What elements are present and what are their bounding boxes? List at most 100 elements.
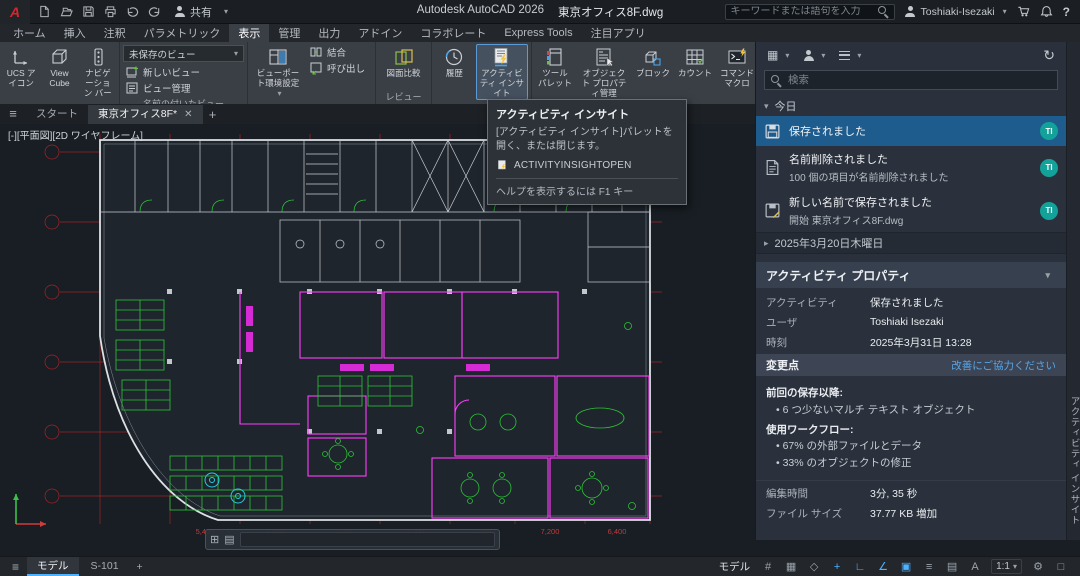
selection-cycling-icon[interactable]: ▤ [945,560,959,573]
help-search[interactable] [725,4,895,20]
activity-entry-saved[interactable]: 保存されました TI [756,116,1066,146]
tab-manage[interactable]: 管理 [269,24,309,42]
drawing-history-button[interactable]: 履歴 [435,44,474,81]
lineweight-icon[interactable]: ≡ [922,561,936,573]
property-row: アクティビティ保存されました [756,292,1066,312]
tab-home[interactable]: ホーム [4,24,55,42]
polar-tracking-icon[interactable]: ∠ [876,560,890,573]
open-file-icon[interactable] [60,5,73,18]
undo-icon[interactable] [126,5,139,18]
save-icon[interactable] [82,5,95,18]
snap-icon[interactable]: ▦ [784,560,798,573]
blocks-palette-button[interactable]: ブロック [633,44,673,81]
layout-tab-s101[interactable]: S-101 [81,557,129,576]
viewport-controls-label[interactable]: [-][平面図][2D ワイヤフレーム] [8,127,143,142]
count-palette-button[interactable]: カウント [675,44,715,81]
add-layout-button[interactable]: + [131,561,149,573]
feedback-link[interactable]: 改善にご協力ください [951,358,1056,373]
command-recent-icon[interactable]: ▤ [224,533,234,546]
app-title: Autodesk AutoCAD 2026 [417,4,544,20]
drawing-compare-button[interactable]: 図面比較 [384,44,424,81]
command-macros-button[interactable]: コマンド マクロ [717,44,757,91]
command-input[interactable] [240,532,495,547]
tab-parametric[interactable]: パラメトリック [135,24,230,42]
file-tabs-menu-icon[interactable]: ≡ [0,104,26,124]
tab-annotate[interactable]: 注釈 [95,24,135,42]
object-snap-icon[interactable]: ▣ [899,560,913,573]
user-menu[interactable]: Toshiaki-Isezaki▾ [905,6,1007,18]
tab-addins[interactable]: アドイン [349,24,411,42]
avatar[interactable]: TI [1040,202,1058,220]
viewport-config-button[interactable]: ビューポート環境設定 ▾ [251,44,305,100]
collapse-chevron-icon[interactable]: ▾ [1045,270,1050,281]
close-tab-icon[interactable]: ✕ [184,105,192,124]
avatar[interactable]: TI [1040,122,1058,140]
panel-footer-review[interactable]: レビュー [376,90,431,104]
viewport-join-button[interactable]: 結合 [307,44,372,59]
user-filter-button[interactable]: ▾ [800,48,828,63]
file-tab-start[interactable]: スタート [26,105,88,124]
file-tab-document[interactable]: 東京オフィス8F*✕ [88,105,203,124]
activity-entry-purged[interactable]: 名前削除されました 100 個の項目が名前削除されました TI [756,146,1066,189]
qat-customize-chevron[interactable]: ▾ [224,7,228,16]
view-options-button[interactable]: ▦▾ [764,46,792,64]
ucs-icon-button[interactable]: UCS アイコン [3,44,39,91]
sort-options-button[interactable]: ▾ [836,49,864,62]
grid-icon[interactable]: # [761,561,775,573]
share-button[interactable]: 共有 [174,4,212,20]
model-space-button[interactable]: モデル [719,559,751,574]
plot-icon[interactable] [104,5,117,18]
help-search-input[interactable] [731,6,873,17]
dynamic-input-icon[interactable]: + [830,561,844,573]
panel-footer-named-views[interactable]: 名前の付いたビュー [120,97,247,104]
tab-view[interactable]: 表示 [229,24,269,42]
dimension-label: 6,400 [608,527,627,536]
view-combo[interactable]: 未保存のビュー▾ [123,45,244,62]
tab-insert[interactable]: 挿入 [55,24,95,42]
tab-featured-apps[interactable]: 注目アプリ [582,24,655,42]
viewport-restore-button[interactable]: 呼び出し [307,60,372,75]
new-view-button[interactable]: 新しいビュー [123,64,244,79]
autocad-logo[interactable]: A [0,0,30,24]
annotation-visibility-icon[interactable]: A [968,561,982,573]
command-macros-icon [726,46,748,68]
workspace-gear-icon[interactable]: ⚙ [1031,560,1045,573]
help-icon[interactable]: ? [1063,5,1070,19]
command-customize-icon[interactable]: ⊞ [210,533,219,546]
new-drawing-tab-button[interactable]: + [203,105,223,124]
palette-title-strip[interactable]: アクティビティ インサイト [1066,42,1080,540]
section-today[interactable]: ▾今日 [756,96,1066,116]
notifications-bell-icon[interactable] [1040,5,1053,18]
layout-tab-model[interactable]: モデル [27,557,79,576]
search-icon [771,75,782,86]
tab-collaborate[interactable]: コラボレート [411,24,495,42]
infer-constraints-icon[interactable]: ◇ [807,560,821,573]
avatar[interactable]: TI [1040,159,1058,177]
day-group-header[interactable]: ▸2025年3月20日木曜日 [756,232,1066,254]
save-as-icon [764,202,781,219]
refresh-icon[interactable]: ↻ [1040,45,1058,66]
app-store-cart-icon[interactable] [1017,5,1030,18]
layout-menu-icon[interactable]: ≡ [6,560,25,574]
history-clock-icon [443,46,465,68]
activity-entry-saved-as[interactable]: 新しい名前で保存されました 開始 東京オフィス8F.dwg TI [756,189,1066,232]
command-bar[interactable]: ⊞ ▤ [205,529,500,550]
tab-output[interactable]: 出力 [309,24,349,42]
tool-palettes-button[interactable]: ツール パレット [535,44,575,91]
properties-palette-button[interactable]: オブジェクト プロパティ管理 [577,44,631,100]
view-manager-button[interactable]: ビュー管理 [123,80,244,95]
activity-search[interactable] [764,70,1058,90]
new-file-icon[interactable] [38,5,51,18]
view-cube-button[interactable]: View Cube [41,44,77,91]
activity-properties-header[interactable]: アクティビティ プロパティ ▾ [756,262,1066,288]
navigation-bar-button[interactable]: ナビゲーション バー [80,44,116,100]
activity-insight-button[interactable]: アクティビティ インサイト [476,44,528,100]
annotation-scale-button[interactable]: 1:1▾ [991,559,1022,574]
clean-screen-icon[interactable]: □ [1054,561,1068,573]
tab-express-tools[interactable]: Express Tools [495,24,581,42]
activity-search-input[interactable] [788,74,1051,86]
tooltip-body: [アクティビティ インサイト]パレットを開く、または閉じます。 [496,126,678,153]
ortho-mode-icon[interactable]: ∟ [853,561,867,573]
blocks-icon [642,46,664,68]
redo-icon[interactable] [148,5,161,18]
